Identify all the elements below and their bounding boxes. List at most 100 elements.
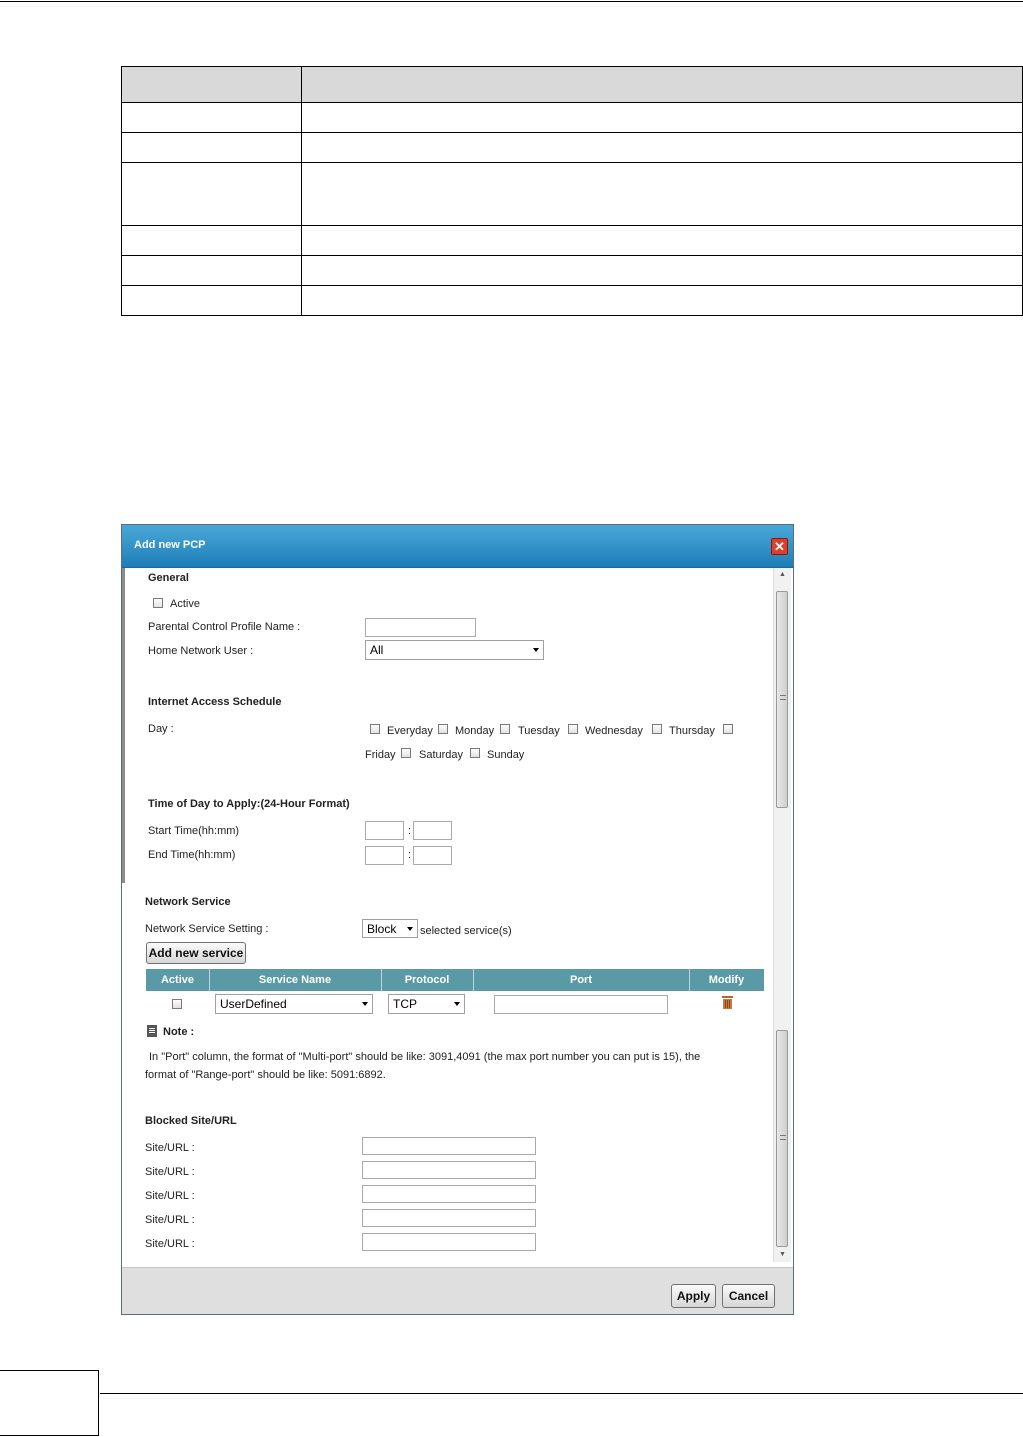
site-url-input-4[interactable] (362, 1209, 536, 1227)
time-separator: : (408, 825, 412, 837)
start-minute-input[interactable] (413, 821, 452, 840)
service-setting-value: Block (367, 922, 397, 936)
column-header-service-name: Service Name (258, 974, 332, 986)
saturday-checkbox[interactable] (401, 748, 411, 758)
table-row (121, 162, 1023, 226)
table-cell (121, 285, 302, 316)
column-header-modify: Modify (708, 974, 745, 986)
close-icon[interactable]: ✕ (771, 538, 788, 555)
column-header-protocol: Protocol (404, 974, 450, 986)
scroll-down-arrow-icon[interactable]: ▼ (774, 1248, 791, 1262)
service-setting-suffix: selected service(s) (420, 925, 512, 937)
day-label-saturday: Saturday (419, 749, 464, 761)
site-url-label: Site/URL : (145, 1190, 195, 1202)
footer-rule (100, 1393, 1023, 1394)
day-label-everyday: Everyday (387, 725, 433, 737)
service-name-select[interactable]: UserDefined (215, 994, 373, 1014)
home-user-select[interactable]: All (365, 640, 544, 660)
site-url-input-5[interactable] (362, 1233, 536, 1251)
add-new-service-button[interactable]: Add new service (146, 942, 246, 964)
table-cell (121, 225, 302, 256)
table-row (121, 225, 1023, 256)
note-label: Note : (163, 1026, 195, 1038)
day-label-thursday: Thursday (669, 725, 715, 737)
column-divider (689, 969, 690, 991)
day-label-friday: Friday (365, 749, 396, 761)
monday-checkbox[interactable] (438, 724, 448, 734)
note-text-line2: format of "Range-port" should be like: 5… (145, 1069, 386, 1081)
scrollbar[interactable]: ▲ ▼ (773, 568, 791, 1262)
scrollbar-thumb[interactable] (776, 591, 788, 808)
table-row (121, 285, 1023, 316)
column-divider (473, 969, 474, 991)
end-time-label: End Time(hh:mm) (148, 849, 236, 861)
day-label-wednesday: Wednesday (585, 725, 643, 737)
wednesday-checkbox[interactable] (568, 724, 578, 734)
table-header-cell (301, 66, 1023, 103)
day-label-monday: Monday (455, 725, 495, 737)
table-cell (301, 162, 1023, 226)
add-pcp-dialog: Add new PCP ✕ General Active Parental Co… (121, 524, 794, 1315)
everyday-checkbox[interactable] (370, 724, 380, 734)
table-cell (301, 255, 1023, 286)
table-row (121, 132, 1023, 163)
site-url-input-2[interactable] (362, 1161, 536, 1179)
active-label: Active (170, 598, 200, 610)
end-hour-input[interactable] (365, 846, 404, 865)
column-divider (209, 969, 210, 991)
chevron-down-icon (407, 927, 413, 931)
day-label-tuesday: Tuesday (518, 725, 560, 737)
table-cell (121, 102, 302, 133)
start-hour-input[interactable] (365, 821, 404, 840)
scroll-up-arrow-icon[interactable]: ▲ (774, 568, 791, 582)
dialog-titlebar: Add new PCP ✕ (122, 525, 793, 568)
friday-checkbox[interactable] (723, 724, 733, 734)
protocol-value: TCP (393, 997, 417, 1011)
start-time-label: Start Time(hh:mm) (148, 825, 240, 837)
service-active-checkbox[interactable] (172, 999, 182, 1009)
port-input[interactable] (494, 995, 668, 1014)
chevron-down-icon (362, 1002, 368, 1006)
reference-table (121, 66, 1023, 316)
cancel-button[interactable]: Cancel (722, 1284, 775, 1308)
home-user-label: Home Network User : (148, 645, 254, 657)
header-rule (0, 1, 1023, 2)
end-minute-input[interactable] (413, 846, 452, 865)
column-header-port: Port (570, 974, 592, 986)
site-url-label: Site/URL : (145, 1238, 195, 1250)
table-cell (301, 102, 1023, 133)
note-text-line1: In "Port" column, the format of "Multi-p… (149, 1051, 701, 1063)
site-url-input-3[interactable] (362, 1185, 536, 1203)
table-row (121, 255, 1023, 286)
service-table-header: Active Service Name Protocol Port Modify (146, 969, 764, 991)
service-setting-select[interactable]: Block (362, 919, 418, 938)
site-url-label: Site/URL : (145, 1142, 195, 1154)
dialog-footer: Apply Cancel (122, 1267, 793, 1314)
table-header-row (121, 66, 1023, 103)
general-heading: General (148, 572, 189, 584)
table-cell (301, 132, 1023, 163)
grip-icon (780, 695, 786, 700)
tuesday-checkbox[interactable] (500, 724, 510, 734)
trash-icon[interactable] (722, 996, 733, 1009)
service-setting-label: Network Service Setting : (145, 923, 269, 935)
scrollbar-thumb[interactable] (776, 1030, 788, 1247)
apply-button[interactable]: Apply (671, 1284, 716, 1308)
protocol-select[interactable]: TCP (388, 994, 465, 1014)
table-cell (301, 225, 1023, 256)
table-cell (121, 132, 302, 163)
section-divider (122, 568, 125, 883)
profile-name-label: Parental Control Profile Name : (148, 621, 301, 633)
thursday-checkbox[interactable] (652, 724, 662, 734)
day-label-sunday: Sunday (487, 749, 525, 761)
chevron-down-icon (454, 1002, 460, 1006)
schedule-heading: Internet Access Schedule (148, 696, 282, 708)
active-checkbox[interactable] (153, 598, 163, 608)
sunday-checkbox[interactable] (470, 748, 480, 758)
column-divider (381, 969, 382, 991)
site-url-input-1[interactable] (362, 1137, 536, 1155)
table-row (121, 102, 1023, 133)
network-service-heading: Network Service (145, 896, 231, 908)
profile-name-input[interactable] (365, 618, 476, 637)
chevron-down-icon (533, 648, 539, 652)
